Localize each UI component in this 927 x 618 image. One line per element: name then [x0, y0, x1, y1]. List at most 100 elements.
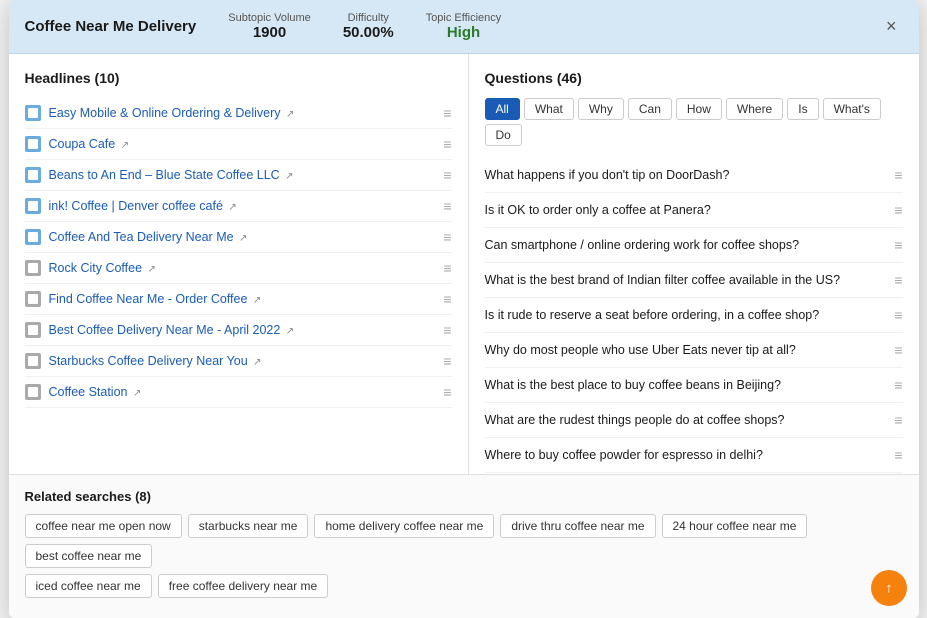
favicon — [25, 136, 41, 152]
question-item: Can smartphone / online ordering work fo… — [485, 228, 903, 263]
filter-tab-why[interactable]: Why — [578, 98, 624, 120]
menu-icon[interactable]: ≡ — [443, 167, 451, 183]
svg-text:↑: ↑ — [885, 580, 892, 596]
favicon-inner — [28, 325, 38, 335]
filter-tab-can[interactable]: Can — [628, 98, 672, 120]
headline-item: Beans to An End – Blue State Coffee LLC … — [25, 160, 452, 191]
menu-icon[interactable]: ≡ — [443, 105, 451, 121]
favicon — [25, 167, 41, 183]
headline-text[interactable]: Beans to An End – Blue State Coffee LLC … — [49, 168, 294, 182]
question-menu-icon[interactable]: ≡ — [894, 377, 902, 393]
headline-left: Starbucks Coffee Delivery Near You ↗ — [25, 353, 444, 369]
headline-text[interactable]: Best Coffee Delivery Near Me - April 202… — [49, 323, 295, 337]
question-menu-icon[interactable]: ≡ — [894, 307, 902, 323]
question-menu-icon[interactable]: ≡ — [894, 447, 902, 463]
question-menu-icon[interactable]: ≡ — [894, 237, 902, 253]
filter-tab-how[interactable]: How — [676, 98, 722, 120]
external-link-icon: ↗ — [121, 140, 129, 151]
related-tag[interactable]: best coffee near me — [25, 544, 153, 568]
favicon-inner — [28, 139, 38, 149]
menu-icon[interactable]: ≡ — [443, 260, 451, 276]
menu-icon[interactable]: ≡ — [443, 353, 451, 369]
question-text: What is the best brand of Indian filter … — [485, 273, 895, 287]
filter-tab-what[interactable]: What — [524, 98, 574, 120]
subtopic-volume-stat: Subtopic Volume 1900 — [228, 12, 311, 41]
question-item: What happens if you don't tip on DoorDas… — [485, 158, 903, 193]
favicon-inner — [28, 108, 38, 118]
external-link-icon: ↗ — [253, 295, 261, 306]
related-tag[interactable]: home delivery coffee near me — [314, 514, 494, 538]
favicon — [25, 229, 41, 245]
question-menu-icon[interactable]: ≡ — [894, 342, 902, 358]
favicon — [25, 291, 41, 307]
questions-panel: Questions (46) AllWhatWhyCanHowWhereIsWh… — [469, 54, 919, 474]
related-tag[interactable]: 24 hour coffee near me — [662, 514, 808, 538]
question-text: What is the best place to buy coffee bea… — [485, 378, 895, 392]
related-tag[interactable]: drive thru coffee near me — [500, 514, 655, 538]
headline-item: Best Coffee Delivery Near Me - April 202… — [25, 315, 452, 346]
close-button[interactable]: × — [880, 14, 903, 39]
related-tag[interactable]: iced coffee near me — [25, 574, 152, 598]
headline-text[interactable]: Starbucks Coffee Delivery Near You ↗ — [49, 354, 262, 368]
headline-left: Rock City Coffee ↗ — [25, 260, 444, 276]
filter-tab-is[interactable]: Is — [787, 98, 818, 120]
headline-text[interactable]: Rock City Coffee ↗ — [49, 261, 156, 275]
menu-icon[interactable]: ≡ — [443, 136, 451, 152]
filter-tab-where[interactable]: Where — [726, 98, 783, 120]
question-item: Can I order coffee powder online from Co… — [485, 473, 903, 474]
modal-header: Coffee Near Me Delivery Subtopic Volume … — [9, 0, 919, 54]
related-tag[interactable]: starbucks near me — [188, 514, 309, 538]
related-tag[interactable]: free coffee delivery near me — [158, 574, 329, 598]
question-menu-icon[interactable]: ≡ — [894, 167, 902, 183]
external-link-icon: ↗ — [133, 388, 141, 399]
external-link-icon: ↗ — [286, 109, 294, 120]
headline-item: Coffee And Tea Delivery Near Me ↗ ≡ — [25, 222, 452, 253]
headline-text[interactable]: Easy Mobile & Online Ordering & Delivery… — [49, 106, 295, 120]
question-item: Is it OK to order only a coffee at Paner… — [485, 193, 903, 228]
external-link-icon: ↗ — [286, 326, 294, 337]
headline-text[interactable]: ink! Coffee | Denver coffee café ↗ — [49, 199, 237, 213]
subtopic-label: Subtopic Volume — [228, 12, 311, 24]
menu-icon[interactable]: ≡ — [443, 198, 451, 214]
related-tag[interactable]: coffee near me open now — [25, 514, 182, 538]
headline-text[interactable]: Coffee And Tea Delivery Near Me ↗ — [49, 230, 248, 244]
favicon — [25, 353, 41, 369]
related-tags-row2: iced coffee near mefree coffee delivery … — [25, 574, 903, 598]
favicon — [25, 322, 41, 338]
filter-tab-do[interactable]: Do — [485, 124, 522, 146]
menu-icon[interactable]: ≡ — [443, 384, 451, 400]
action-button[interactable]: ↑ — [871, 570, 907, 606]
subtopic-value: 1900 — [253, 24, 286, 41]
headline-text[interactable]: Coupa Cafe ↗ — [49, 137, 130, 151]
external-link-icon: ↗ — [148, 264, 156, 275]
question-item: What is the best brand of Indian filter … — [485, 263, 903, 298]
question-menu-icon[interactable]: ≡ — [894, 412, 902, 428]
headline-left: ink! Coffee | Denver coffee café ↗ — [25, 198, 444, 214]
headline-left: Coffee Station ↗ — [25, 384, 444, 400]
headline-left: Easy Mobile & Online Ordering & Delivery… — [25, 105, 444, 121]
related-title: Related searches (8) — [25, 489, 903, 504]
headline-text[interactable]: Find Coffee Near Me - Order Coffee ↗ — [49, 292, 262, 306]
question-text: Why do most people who use Uber Eats nev… — [485, 343, 895, 357]
related-searches-section: Related searches (8) coffee near me open… — [9, 474, 919, 618]
question-text: Can smartphone / online ordering work fo… — [485, 238, 895, 252]
headlines-list: Easy Mobile & Online Ordering & Delivery… — [25, 98, 452, 408]
efficiency-stat: Topic Efficiency High — [426, 12, 502, 41]
question-filter-tabs: AllWhatWhyCanHowWhereIsWhat's Do — [485, 98, 903, 146]
question-menu-icon[interactable]: ≡ — [894, 272, 902, 288]
filter-tab-all[interactable]: All — [485, 98, 520, 120]
menu-icon[interactable]: ≡ — [443, 229, 451, 245]
headline-item: Coffee Station ↗ ≡ — [25, 377, 452, 408]
menu-icon[interactable]: ≡ — [443, 291, 451, 307]
question-menu-icon[interactable]: ≡ — [894, 202, 902, 218]
related-tags-row1: coffee near me open nowstarbucks near me… — [25, 514, 903, 568]
menu-icon[interactable]: ≡ — [443, 322, 451, 338]
question-text: Is it rude to reserve a seat before orde… — [485, 308, 895, 322]
efficiency-label: Topic Efficiency — [426, 12, 502, 24]
headline-text[interactable]: Coffee Station ↗ — [49, 385, 142, 399]
headline-left: Coffee And Tea Delivery Near Me ↗ — [25, 229, 444, 245]
question-item: Why do most people who use Uber Eats nev… — [485, 333, 903, 368]
filter-tab-what's[interactable]: What's — [823, 98, 881, 120]
favicon — [25, 105, 41, 121]
external-link-icon: ↗ — [228, 202, 236, 213]
